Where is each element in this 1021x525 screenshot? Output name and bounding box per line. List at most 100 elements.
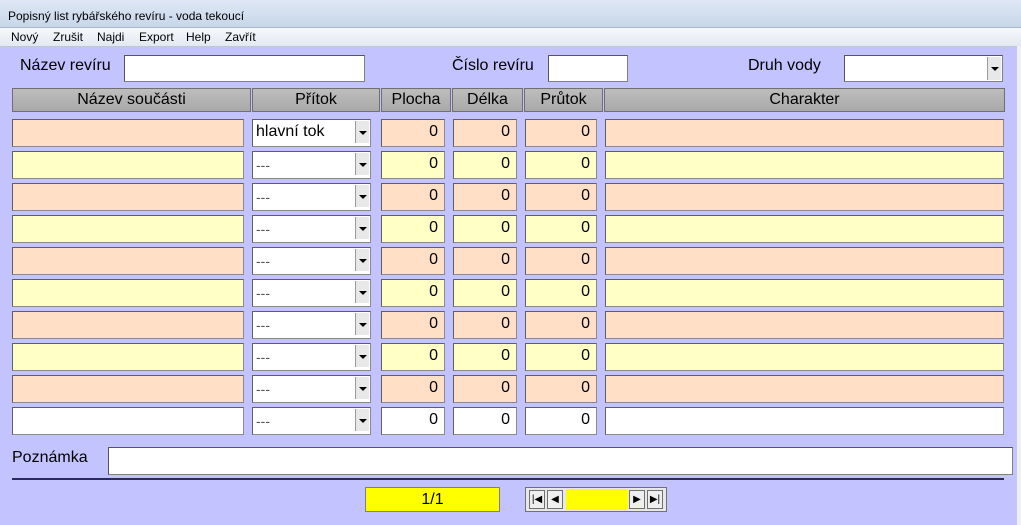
revir-number-input[interactable] <box>548 55 628 82</box>
charakter-input[interactable] <box>605 151 1004 179</box>
next-record-icon[interactable]: ▶ <box>629 490 645 509</box>
prutok-input[interactable]: 0 <box>525 343 597 371</box>
pritok-select[interactable]: --- <box>252 151 371 179</box>
prutok-input[interactable]: 0 <box>525 247 597 275</box>
prutok-input[interactable]: 0 <box>525 279 597 307</box>
plocha-input[interactable]: 0 <box>381 247 445 275</box>
pritok-value: --- <box>256 157 270 173</box>
part-name-input[interactable] <box>12 311 244 339</box>
pritok-value: --- <box>256 381 270 397</box>
note-input[interactable] <box>108 447 1013 475</box>
dropdown-arrow-icon[interactable] <box>355 249 369 271</box>
prutok-input[interactable]: 0 <box>525 183 597 211</box>
charakter-input[interactable] <box>605 343 1004 371</box>
record-counter: 1/1 <box>365 487 500 512</box>
prutok-input[interactable]: 0 <box>525 375 597 403</box>
delka-input[interactable]: 0 <box>453 183 517 211</box>
dropdown-arrow-icon[interactable] <box>355 409 369 431</box>
menu-export[interactable]: Export <box>139 30 174 44</box>
title-bar: Popisný list rybářského revíru - voda te… <box>0 0 1021 28</box>
dropdown-arrow-icon[interactable] <box>355 313 369 335</box>
part-name-input[interactable] <box>12 119 244 147</box>
last-record-icon[interactable]: ▶| <box>647 490 663 509</box>
pritok-select[interactable]: --- <box>252 279 371 307</box>
revir-name-label: Název revíru <box>20 57 111 74</box>
plocha-input[interactable]: 0 <box>381 407 445 435</box>
dropdown-arrow-icon[interactable] <box>355 281 369 303</box>
charakter-input[interactable] <box>605 215 1004 243</box>
dropdown-arrow-icon[interactable] <box>355 217 369 239</box>
charakter-input[interactable] <box>605 183 1004 211</box>
pritok-select[interactable]: --- <box>252 375 371 403</box>
delka-input[interactable]: 0 <box>453 279 517 307</box>
prutok-input[interactable]: 0 <box>525 407 597 435</box>
plocha-input[interactable]: 0 <box>381 279 445 307</box>
revir-name-input[interactable] <box>124 55 365 82</box>
delka-input[interactable]: 0 <box>453 247 517 275</box>
col-header-delka: Délka <box>452 88 523 112</box>
dropdown-arrow-icon[interactable] <box>355 377 369 399</box>
charakter-input[interactable] <box>605 279 1004 307</box>
part-name-input[interactable] <box>12 183 244 211</box>
pritok-value: hlavní tok <box>256 123 325 140</box>
part-name-input[interactable] <box>12 279 244 307</box>
note-label: Poznámka <box>12 449 88 466</box>
charakter-input[interactable] <box>605 247 1004 275</box>
charakter-input[interactable] <box>605 375 1004 403</box>
delka-input[interactable]: 0 <box>453 215 517 243</box>
plocha-input[interactable]: 0 <box>381 311 445 339</box>
water-type-label: Druh vody <box>748 57 821 74</box>
part-name-input[interactable] <box>12 407 244 435</box>
plocha-input[interactable]: 0 <box>381 183 445 211</box>
pritok-select[interactable]: --- <box>252 343 371 371</box>
delka-input[interactable]: 0 <box>453 311 517 339</box>
plocha-input[interactable]: 0 <box>381 215 445 243</box>
pritok-select[interactable]: --- <box>252 183 371 211</box>
delka-input[interactable]: 0 <box>453 151 517 179</box>
water-type-select[interactable] <box>844 55 1003 82</box>
delka-input[interactable]: 0 <box>453 375 517 403</box>
col-header-plocha: Plocha <box>381 88 451 112</box>
delka-input[interactable]: 0 <box>453 119 517 147</box>
menu-novy[interactable]: Nový <box>11 30 38 44</box>
menu-bar: Nový Zrušit Najdi Export Help Zavřít <box>0 28 1021 47</box>
menu-najdi[interactable]: Najdi <box>97 30 124 44</box>
prutok-input[interactable]: 0 <box>525 311 597 339</box>
part-name-input[interactable] <box>12 151 244 179</box>
plocha-input[interactable]: 0 <box>381 343 445 371</box>
part-name-input[interactable] <box>12 343 244 371</box>
delka-input[interactable]: 0 <box>453 407 517 435</box>
dropdown-arrow-icon[interactable] <box>987 57 1001 80</box>
dropdown-arrow-icon[interactable] <box>355 121 369 143</box>
pritok-select[interactable]: hlavní tok <box>252 119 371 147</box>
prutok-input[interactable]: 0 <box>525 215 597 243</box>
prutok-input[interactable]: 0 <box>525 119 597 147</box>
pritok-select[interactable]: --- <box>252 311 371 339</box>
delka-input[interactable]: 0 <box>453 343 517 371</box>
charakter-input[interactable] <box>605 119 1004 147</box>
pritok-select[interactable]: --- <box>252 407 371 435</box>
menu-help[interactable]: Help <box>186 30 211 44</box>
dropdown-arrow-icon[interactable] <box>355 185 369 207</box>
prutok-input[interactable]: 0 <box>525 151 597 179</box>
prev-record-icon[interactable]: ◀ <box>547 490 563 509</box>
charakter-input[interactable] <box>605 311 1004 339</box>
charakter-input[interactable] <box>605 407 1004 435</box>
first-record-icon[interactable]: |◀ <box>529 490 545 509</box>
part-name-input[interactable] <box>12 375 244 403</box>
menu-zavrit[interactable]: Zavřít <box>225 30 256 44</box>
plocha-input[interactable]: 0 <box>381 151 445 179</box>
pritok-select[interactable]: --- <box>252 215 371 243</box>
menu-zrusit[interactable]: Zrušit <box>53 30 83 44</box>
pritok-value: --- <box>256 221 270 237</box>
navigator-position <box>566 489 628 510</box>
plocha-input[interactable]: 0 <box>381 375 445 403</box>
part-name-input[interactable] <box>12 215 244 243</box>
revir-number-label: Číslo revíru <box>452 57 534 74</box>
part-name-input[interactable] <box>12 247 244 275</box>
col-header-pritok: Přítok <box>252 88 380 112</box>
dropdown-arrow-icon[interactable] <box>355 153 369 175</box>
plocha-input[interactable]: 0 <box>381 119 445 147</box>
pritok-select[interactable]: --- <box>252 247 371 275</box>
dropdown-arrow-icon[interactable] <box>355 345 369 367</box>
